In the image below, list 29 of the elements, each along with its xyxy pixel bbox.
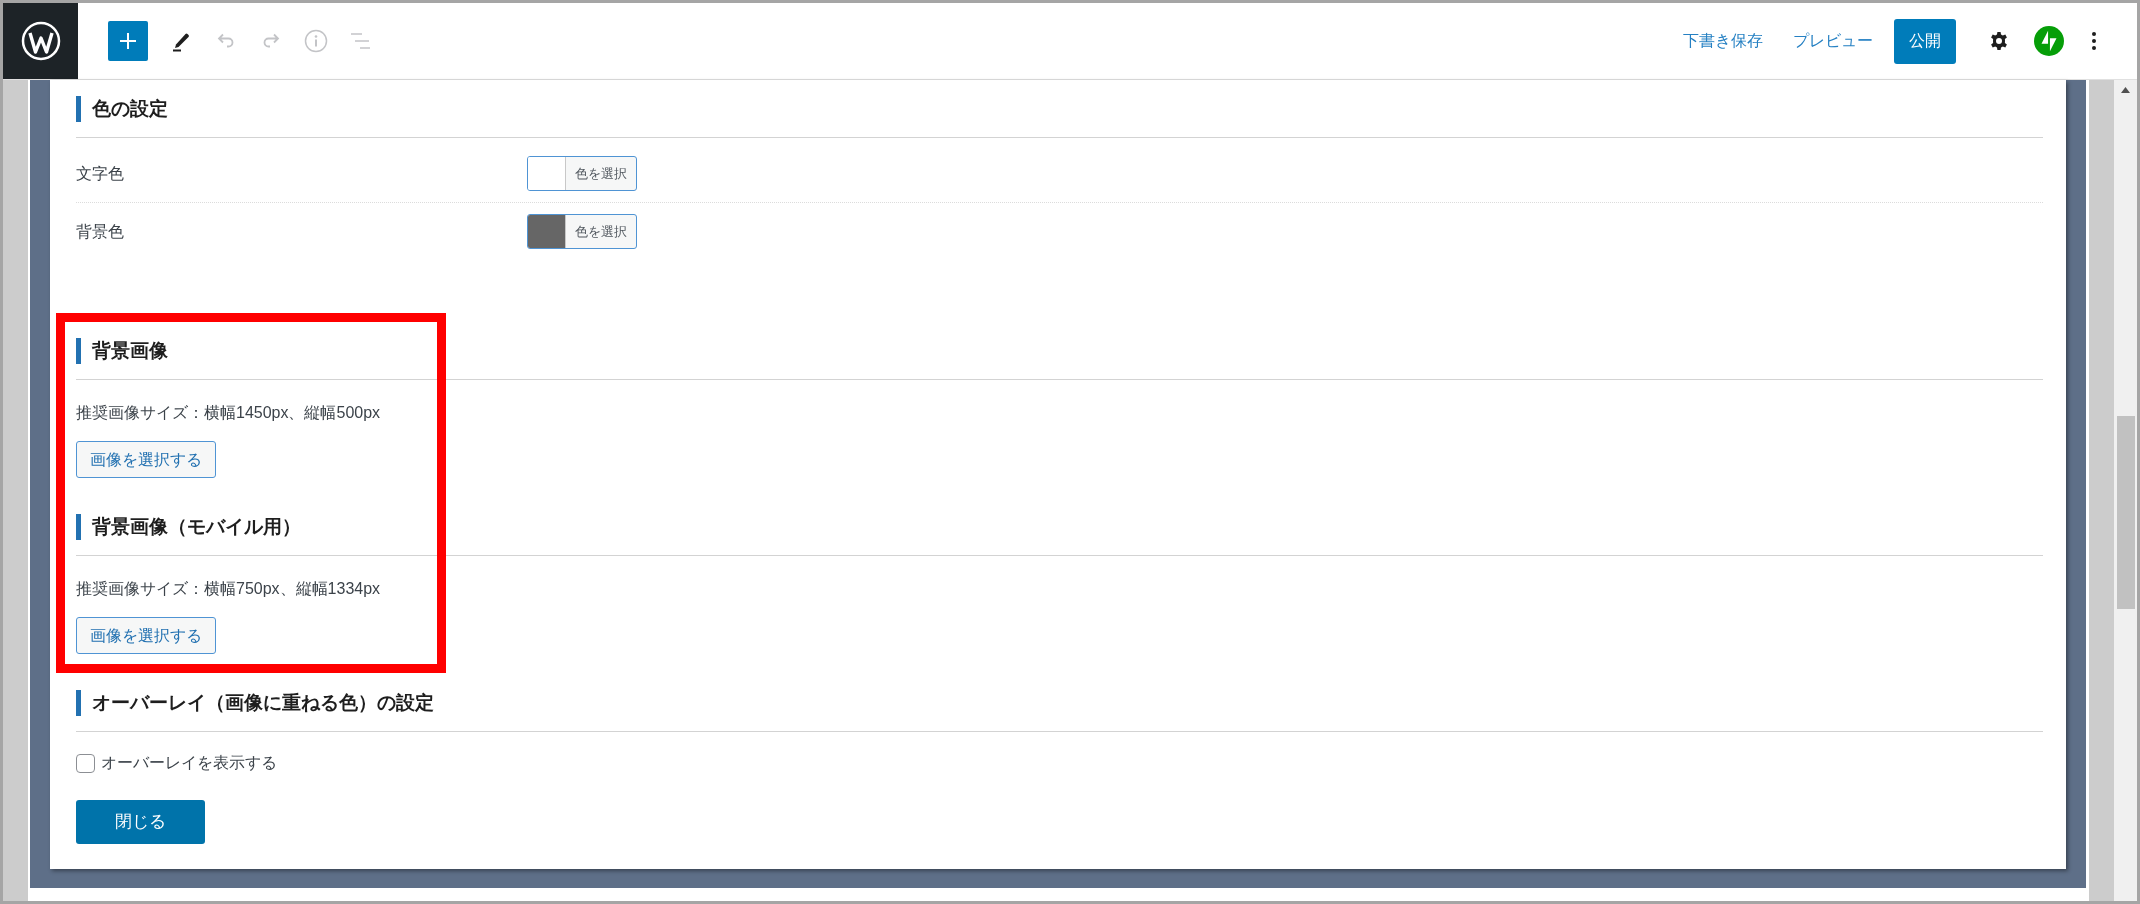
plugin-button[interactable] xyxy=(2031,23,2067,59)
select-image-button[interactable]: 画像を選択する xyxy=(76,441,216,478)
settings-icon xyxy=(1989,31,2009,51)
scrollbar-thumb[interactable] xyxy=(2116,416,2135,609)
add-block-button[interactable] xyxy=(108,21,148,61)
checkbox-label[interactable]: オーバーレイを表示する xyxy=(101,753,277,773)
setting-label: 背景色 xyxy=(76,221,124,242)
setting-label: 文字色 xyxy=(76,163,124,184)
toolbar-link[interactable]: プレビュー xyxy=(1787,26,1879,56)
scroll-up-icon[interactable] xyxy=(2121,87,2130,93)
section-heading: 背景画像 xyxy=(76,338,168,364)
lightning-icon xyxy=(2034,26,2064,56)
plus-icon xyxy=(118,31,138,51)
more-icon xyxy=(2091,31,2097,51)
info-icon xyxy=(304,29,328,53)
scrollbar[interactable] xyxy=(2114,80,2137,901)
close-button[interactable]: 閉じる xyxy=(76,800,205,844)
size-note: 推奨画像サイズ：横幅1450px、縦幅500px xyxy=(76,403,381,423)
primary-button[interactable]: 公開 xyxy=(1894,18,1956,64)
section-heading: 背景画像（モバイル用） xyxy=(76,514,301,540)
color-picker-button[interactable]: 色を選択 xyxy=(527,214,637,249)
checkbox[interactable] xyxy=(76,753,95,773)
color-picker-button[interactable]: 色を選択 xyxy=(527,156,637,191)
logo-icon[interactable] xyxy=(3,3,78,79)
size-note: 推奨画像サイズ：横幅750px、縦幅1334px xyxy=(76,579,381,599)
toolbar-link[interactable]: 下書き保存 xyxy=(1677,26,1769,56)
section-heading: オーバーレイ（画像に重ねる色）の設定 xyxy=(76,690,434,716)
select-image-button[interactable]: 画像を選択する xyxy=(76,617,216,654)
section-heading: 色の設定 xyxy=(76,96,168,122)
